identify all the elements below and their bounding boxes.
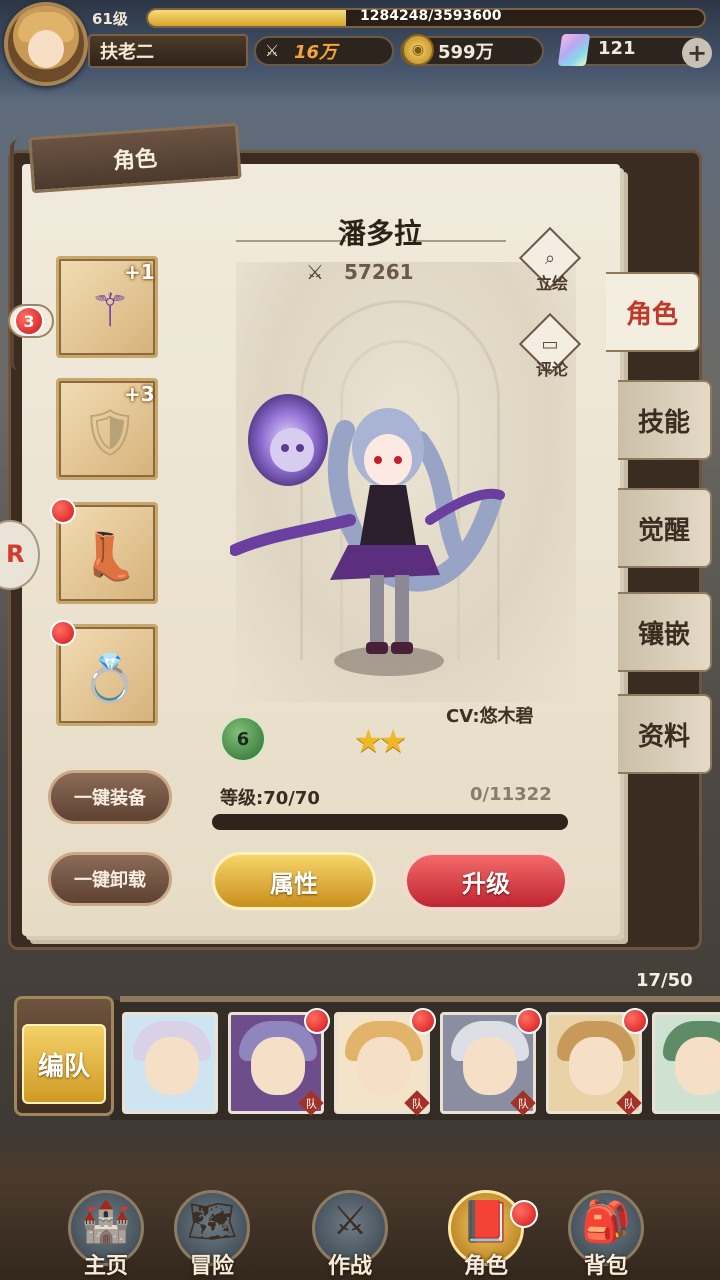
ring-icon: 💍	[81, 650, 139, 705]
equip-all-button[interactable]: 一键装备	[48, 770, 172, 824]
nav-item[interactable]: ⚔ 作战	[300, 1180, 400, 1280]
unequip-all-button[interactable]: 一键卸载	[48, 852, 172, 906]
hero-exp: 0/11322	[470, 784, 552, 805]
side-tab[interactable]: 技能	[618, 380, 712, 460]
add-gems-button[interactable]: +	[682, 38, 712, 68]
player-avatar[interactable]	[4, 2, 88, 86]
nav-item[interactable]: 📕 角色	[436, 1180, 536, 1280]
hero-rank-badge: 6	[220, 716, 266, 762]
gem-amount: 121	[598, 38, 636, 59]
notification-dot	[304, 1008, 330, 1034]
upgrade-button[interactable]: 升级	[404, 852, 568, 910]
notification-dot	[516, 1008, 542, 1034]
panel-title: 角色	[112, 146, 158, 175]
player-name: 扶老二	[100, 42, 154, 63]
side-tab[interactable]: 资料	[618, 694, 712, 774]
crossed-swords-icon: ⚔	[264, 40, 280, 60]
voice-actor-label: CV:悠木碧	[446, 706, 534, 727]
hero-power-icon: ⚔	[306, 260, 324, 284]
chat-notification-badge: 3	[14, 306, 44, 336]
hero-action-label[interactable]: 评论	[530, 356, 574, 380]
backpack-icon: 🎒	[581, 1199, 631, 1245]
nav-item[interactable]: 🎒 背包	[556, 1180, 656, 1280]
side-tab[interactable]: 角色	[606, 272, 700, 352]
hero-stars: ★★	[354, 722, 407, 760]
nav-item[interactable]: 🏰 主页	[56, 1180, 156, 1280]
adventure-icon: 🗺	[186, 1199, 238, 1245]
enhance-level: +3	[124, 382, 155, 406]
nav-label: 作战	[327, 1254, 372, 1279]
player-level: 61级	[92, 10, 128, 28]
side-tab[interactable]: 镶嵌	[618, 592, 712, 672]
nav-label: 背包	[583, 1254, 628, 1279]
home-icon: 🏰	[81, 1199, 131, 1245]
battle-icon: ⚔	[332, 1198, 368, 1244]
hero-action-label[interactable]: 立绘	[530, 270, 574, 294]
team-member-card[interactable]	[652, 1012, 720, 1114]
roster-count: 17/50	[636, 970, 693, 991]
team-member-card[interactable]	[122, 1012, 218, 1114]
notification-dot	[622, 1008, 648, 1034]
notification-dot	[50, 620, 76, 646]
boots-icon: 👢	[81, 528, 139, 583]
hero-exp-bar	[212, 814, 568, 830]
formation-button[interactable]: 编队	[22, 1024, 106, 1104]
crystal-icon	[557, 34, 591, 66]
nav-label: 主页	[83, 1254, 128, 1279]
side-tab[interactable]: 觉醒	[618, 488, 712, 568]
hero-name: 潘多拉	[337, 217, 422, 250]
notification-dot	[50, 498, 76, 524]
nav-label: 角色	[463, 1254, 508, 1279]
hero-power: 57261	[344, 260, 414, 284]
nav-item[interactable]: 🗺 冒险	[162, 1180, 262, 1280]
attributes-button[interactable]: 属性	[212, 852, 376, 910]
team-rail	[120, 996, 720, 1002]
notification-dot	[410, 1008, 436, 1034]
gold-amount: 599万	[438, 42, 494, 63]
nav-label: 冒险	[189, 1254, 234, 1279]
player-power: 16万	[294, 42, 338, 63]
notification-dot	[510, 1200, 538, 1228]
player-exp-text: 1284248/3593600	[360, 8, 502, 24]
gold-coin-icon: ◉	[402, 34, 434, 66]
character-sprite[interactable]	[230, 370, 510, 680]
hero-level: 等级:70/70	[220, 788, 320, 809]
enhance-level: +1	[124, 260, 155, 284]
